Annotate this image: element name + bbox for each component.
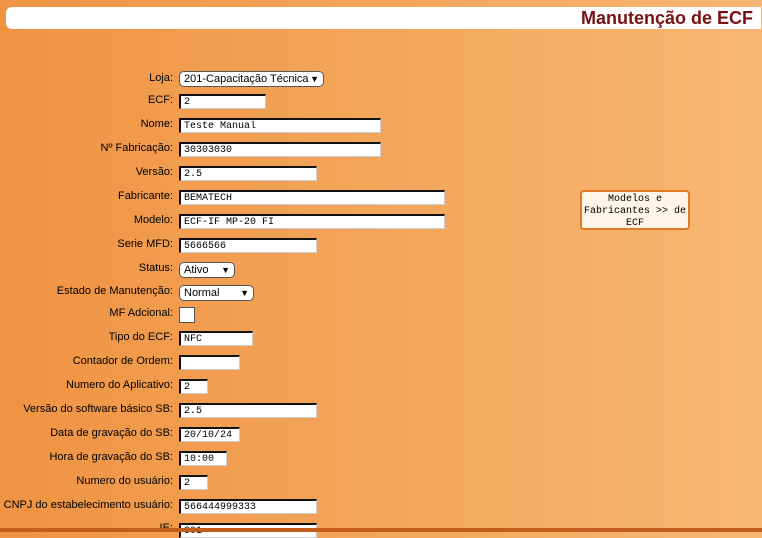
fabricacao-input[interactable]	[179, 142, 381, 157]
hora-sb-input[interactable]	[179, 451, 227, 466]
modelos-fabricantes-button[interactable]: Modelos e Fabricantes >> de ECF	[580, 190, 690, 230]
loja-select-value: 201-Capacitação Técnica	[184, 73, 309, 85]
estado-select[interactable]: Normal ▼	[179, 285, 254, 301]
versao-label: Versão:	[135, 166, 173, 178]
data-sb-label: Data de gravação do SB:	[50, 427, 173, 439]
fabricante-label: Fabricante:	[117, 190, 173, 202]
aplicativo-input[interactable]	[179, 379, 208, 394]
chevron-down-icon: ▼	[221, 265, 230, 275]
ecf-input[interactable]	[179, 94, 266, 109]
serie-input[interactable]	[179, 238, 317, 253]
loja-label: Loja:	[149, 72, 173, 84]
status-select[interactable]: Ativo ▼	[179, 262, 235, 278]
serie-label: Serie MFD:	[117, 238, 173, 250]
modelo-label: Modelo:	[133, 214, 173, 226]
versao-sb-label: Versão do software básico SB:	[23, 403, 173, 415]
mf-label: MF Adcional:	[109, 307, 173, 319]
loja-select[interactable]: 201-Capacitação Técnica ▼	[179, 71, 324, 87]
title-bar: Manutenção de ECF	[6, 7, 761, 29]
estado-label: Estado de Manutenção:	[56, 285, 173, 297]
fabricacao-label: Nº Fabricação:	[100, 142, 174, 154]
bottom-border	[0, 528, 762, 532]
usuario-input[interactable]	[179, 475, 208, 490]
status-label: Status:	[138, 262, 173, 274]
data-sb-input[interactable]	[179, 427, 240, 442]
contador-label: Contador de Ordem:	[72, 355, 173, 367]
versao-input[interactable]	[179, 166, 317, 181]
chevron-down-icon: ▼	[310, 74, 319, 84]
nome-label: Nome:	[140, 118, 173, 130]
fabricante-input[interactable]	[179, 190, 445, 205]
usuario-label: Numero do usuário:	[76, 475, 173, 487]
hora-sb-label: Hora de gravação do SB:	[49, 451, 173, 463]
cnpj-label: CNPJ do estabelecimento usuário:	[3, 499, 173, 511]
status-select-value: Ativo	[184, 264, 209, 276]
mf-adicional-checkbox[interactable]	[179, 307, 195, 323]
tipo-input[interactable]	[179, 331, 253, 346]
estado-select-value: Normal	[184, 287, 220, 299]
contador-input[interactable]	[179, 355, 240, 370]
tipo-label: Tipo do ECF:	[108, 331, 173, 343]
modelo-input[interactable]	[179, 214, 445, 229]
cnpj-input[interactable]	[179, 499, 317, 514]
page-title: Manutenção de ECF	[580, 8, 753, 28]
nome-input[interactable]	[179, 118, 381, 133]
ecf-label: ECF:	[147, 94, 173, 106]
versao-sb-input[interactable]	[179, 403, 317, 418]
aplicativo-label: Numero do Aplicativo:	[66, 379, 173, 391]
chevron-down-icon: ▼	[240, 288, 249, 298]
